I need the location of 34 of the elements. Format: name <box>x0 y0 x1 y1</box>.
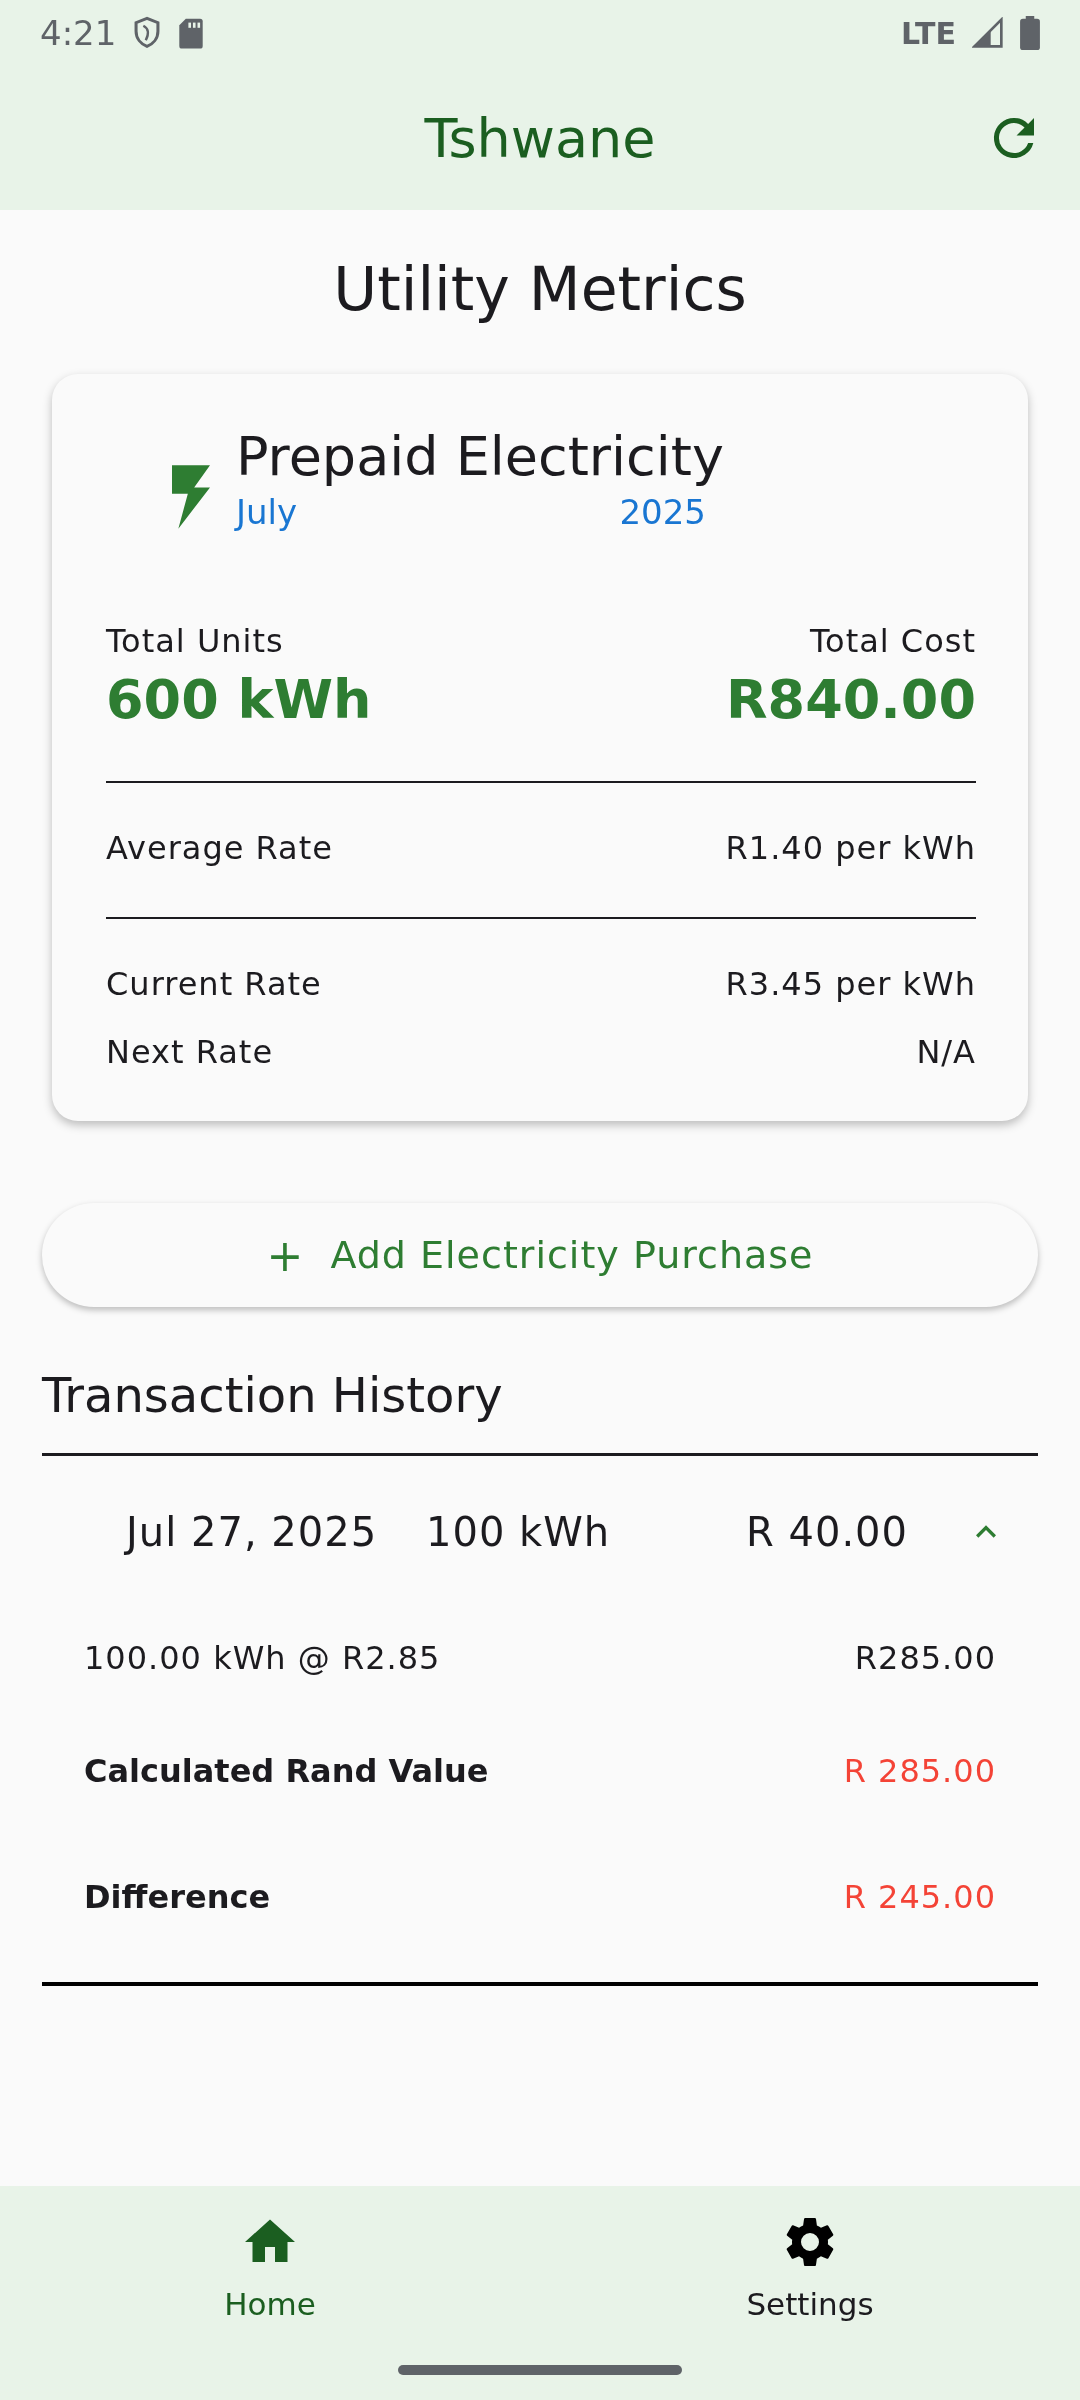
signal-icon <box>972 17 1004 49</box>
lightning-icon <box>172 465 210 530</box>
rate-label: Current Rate <box>106 965 322 1004</box>
card-title: Prepaid Electricity <box>236 426 724 489</box>
page-title: Utility Metrics <box>333 254 747 324</box>
month-label: July <box>236 492 298 533</box>
app-title: Tshwane <box>424 106 656 170</box>
section-title: Transaction History <box>42 1367 504 1424</box>
detail-value: R 245.00 <box>843 1878 996 1917</box>
rate-label: Average Rate <box>106 829 333 868</box>
network-type: LTE <box>900 15 956 51</box>
total-value: 600 kWh <box>106 668 372 732</box>
total-label: Total Cost <box>809 622 976 661</box>
transaction-date: Jul 27, 2025 <box>126 1509 379 1556</box>
detail-value: R 285.00 <box>843 1752 996 1791</box>
battery-icon <box>1020 16 1040 50</box>
detail-label: Difference <box>84 1878 271 1917</box>
year-label: 2025 <box>619 492 706 533</box>
status-time: 4:21 <box>40 13 117 53</box>
rate-value: R1.40 per kWh <box>725 829 976 868</box>
total-label: Total Units <box>106 622 285 661</box>
nav-tab[interactable]: Settings <box>540 2186 1080 2400</box>
breakdown-label: 100.00 kWh @ R2.85 <box>84 1639 441 1678</box>
transaction-amount: R 40.00 <box>746 1509 910 1556</box>
rate-value: N/A <box>916 1033 976 1072</box>
rate-value: R3.45 per kWh <box>725 965 976 1004</box>
rate-label: Next Rate <box>106 1033 274 1072</box>
nav-tab[interactable]: Home <box>0 2186 540 2400</box>
add-purchase-button[interactable]: + Add Electricity Purchase <box>42 1203 1038 1308</box>
detail-label: Calculated Rand Value <box>84 1752 489 1791</box>
sd-card-icon <box>178 17 205 49</box>
breakdown-value: R285.00 <box>854 1639 996 1678</box>
transaction-units: 100 kWh <box>426 1509 612 1556</box>
total-value: R840.00 <box>726 668 976 732</box>
